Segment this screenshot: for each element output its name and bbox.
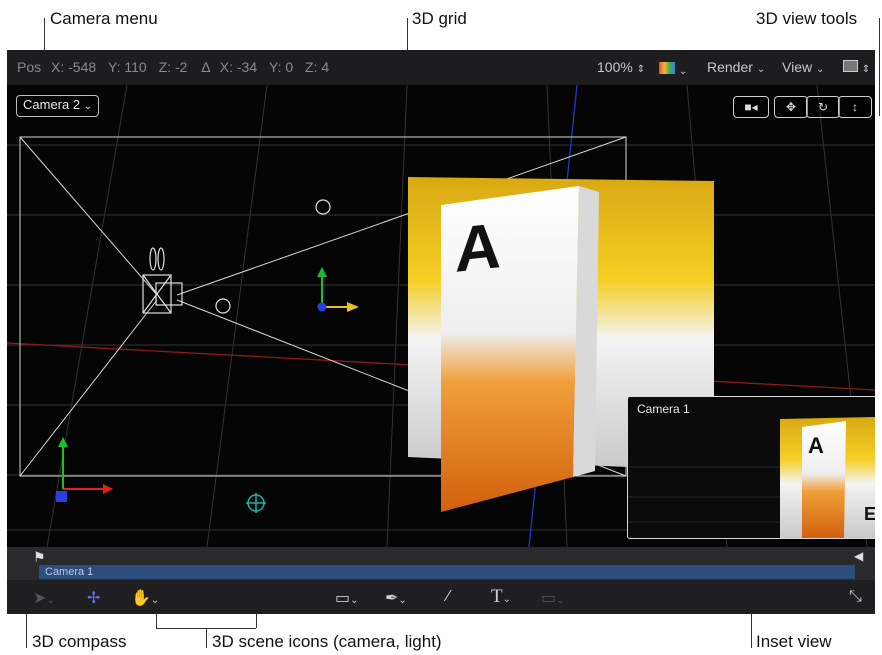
orbit-3d-tool[interactable]: ↻ [806,96,840,118]
pos-z: Z: -2 [158,59,188,75]
updown-icon: ⇕ [636,64,646,75]
callout-inset-view: Inset view [756,632,832,651]
color-swatch-icon [659,62,675,74]
camera-menu-label: Camera 2 [23,97,81,112]
move-arrows-icon: ✥ [785,100,797,114]
window-layout-menu[interactable]: ⇕ [843,59,870,75]
orbit-icon: ↻ [817,100,829,114]
delta-symbol: Δ [201,59,210,75]
canvas-viewer[interactable]: Pos X: -548 Y: 110 Z: -2 Δ X: -34 Y: 0 Z… [7,50,875,614]
video-camera-icon: ■◂ [744,100,758,114]
delta-y: Y: 0 [269,59,294,75]
zoom-popup[interactable]: 100% ⇕ [597,59,645,75]
callout-3d-view-tools: 3D view tools [756,9,858,28]
window-icon [843,60,858,72]
arrow-pointer-icon[interactable]: ➤⌄ [33,588,55,608]
poster-letter: A [455,209,501,286]
pan-3d-tool[interactable]: ✥ [774,96,808,118]
pen-icon[interactable]: ✒⌄ [385,588,407,608]
3d-transform-icon[interactable]: ✢ [87,588,100,608]
render-menu[interactable]: Render ⌄ [707,59,765,75]
callout-line [879,18,880,116]
delta-z: Z: 4 [305,59,330,75]
track-label: Camera 1 [45,566,94,578]
view-menu[interactable]: View ⌄ [782,59,824,75]
camera-view-tool[interactable]: ■◂ [733,96,769,118]
callout-3d-compass: 3D compass [32,632,127,651]
callout-3d-scene-icons: 3D scene icons (camera, light) [212,632,442,651]
mask-icon[interactable]: ▭⌄ [541,588,565,608]
hand-icon[interactable]: ✋⌄ [131,588,159,608]
zoom-level: 100% [597,59,633,75]
callout-3d-grid: 3D grid [412,9,467,28]
camera-track-bar[interactable]: Camera 1 [39,565,855,579]
callout-camera-menu: Camera menu [50,9,158,28]
dolly-icon: ↕ [852,100,858,114]
chevron-down-icon: ⌄ [83,101,93,112]
pos-x: X: -548 [51,59,97,75]
timeline-strip[interactable]: ⚑ ◀ Camera 1 [7,547,875,580]
camera-icon[interactable] [142,247,183,314]
light-target-icon[interactable] [246,493,266,513]
view-label: View [782,59,813,75]
play-range-end-icon[interactable]: ◀ [854,549,863,563]
inset-view: Camera 1 A E [627,396,875,539]
paint-brush-icon[interactable]: ⁄ [447,588,450,606]
pos-label: Pos [17,59,42,75]
3d-compass[interactable] [56,437,113,502]
inset-corner-letter: E [864,504,875,524]
color-channel-menu[interactable]: ⌄ [659,61,687,77]
delta-x: X: -34 [219,59,258,75]
rectangle-icon[interactable]: ▭⌄ [335,588,359,608]
canvas-toolbar: ➤⌄ ✢ ✋⌄ ▭⌄ ✒⌄ ⁄ T⌄ ▭⌄ ⤡ [7,580,875,614]
chevron-down-icon: ⌄ [756,64,766,75]
dolly-3d-tool[interactable]: ↕ [838,96,872,118]
callout-line [156,628,256,629]
camera-menu[interactable]: Camera 2 ⌄ [16,95,100,117]
expand-icon[interactable]: ⤡ [849,588,862,606]
inset-scene: A E [628,417,875,538]
transform-axes-gizmo[interactable] [317,267,359,312]
text-icon[interactable]: T⌄ [491,586,511,608]
position-readout: Pos X: -548 Y: 110 Z: -2 Δ X: -34 Y: 0 Z… [17,59,329,75]
pos-y: Y: 110 [108,59,147,75]
light-icon[interactable] [215,298,231,314]
inset-poster-letter: A [808,433,824,458]
render-label: Render [707,59,753,75]
chevron-down-icon: ⌄ [815,64,825,75]
callout-line [206,628,207,648]
chevron-down-icon: ⌄ [678,66,688,77]
playhead-marker-icon[interactable]: ⚑ [33,549,46,566]
updown-icon: ⇕ [861,64,871,75]
light-icon[interactable] [315,199,331,215]
status-bar: Pos X: -548 Y: 110 Z: -2 Δ X: -34 Y: 0 Z… [7,50,875,85]
